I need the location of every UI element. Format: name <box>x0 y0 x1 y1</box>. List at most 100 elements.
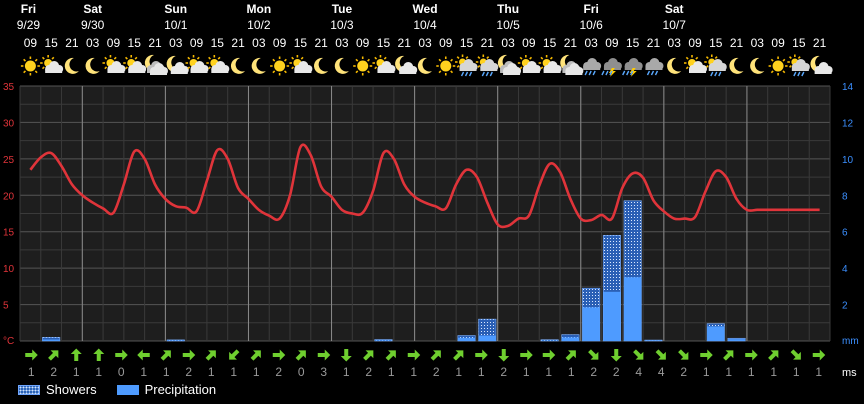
hour-label: 21 <box>398 36 412 50</box>
wind-arrow-icon <box>363 350 374 361</box>
wind-arrow-icon <box>745 349 758 361</box>
hour-label: 21 <box>730 36 744 50</box>
legend-label-precipitation: Precipitation <box>144 382 217 397</box>
hour-label: 03 <box>252 36 266 50</box>
wind-speed-label: 0 <box>298 365 305 379</box>
day-label: Sat <box>83 2 102 16</box>
wind-speed-label: 1 <box>73 365 80 379</box>
wind-arrow-icon <box>633 349 644 360</box>
y-left-tick: 10 <box>3 264 15 275</box>
wind-speed-label: 2 <box>590 365 597 379</box>
precipitation-bar <box>707 326 725 341</box>
wind-arrow-icon <box>25 349 38 361</box>
date-label: 9/30 <box>81 18 105 32</box>
wind-arrow-icon <box>453 350 464 361</box>
wind-arrow-icon <box>317 349 331 361</box>
y-right-tick: 6 <box>842 228 848 239</box>
wind-arrow-icon <box>48 350 59 361</box>
wind-speed-label: 1 <box>523 365 530 379</box>
showers-swatch <box>18 384 40 395</box>
y-left-tick: 20 <box>3 191 15 202</box>
hour-label: 09 <box>688 36 702 50</box>
wind-arrow-icon <box>229 349 240 360</box>
precipitation-bar <box>603 291 621 341</box>
hour-label: 03 <box>86 36 100 50</box>
hour-label: 21 <box>65 36 79 50</box>
wind-arrow-icon <box>385 350 396 361</box>
y-left-tick: 15 <box>3 228 15 239</box>
wind-speed-label: 2 <box>365 365 372 379</box>
y-right-tick: 2 <box>842 301 848 312</box>
wind-arrow-icon <box>430 350 441 361</box>
wind-arrow-icon <box>700 349 713 361</box>
hour-label: 21 <box>314 36 328 50</box>
precipitation-bar <box>644 340 663 341</box>
precipitation-swatch <box>116 384 139 395</box>
date-label: 10/2 <box>247 18 271 32</box>
day-label: Mon <box>247 2 272 16</box>
hour-label: 09 <box>273 36 287 50</box>
partly-cloudy-night-icon <box>395 55 418 74</box>
hour-label: 21 <box>481 36 495 50</box>
moon-icon <box>313 57 329 74</box>
chart-legend: Showers Precipitation <box>18 382 216 397</box>
y-right-tick: 4 <box>842 264 848 275</box>
day-label: Wed <box>412 2 437 16</box>
sun-icon <box>353 56 373 76</box>
hour-label: 03 <box>584 36 598 50</box>
wind-speed-label: 1 <box>793 365 800 379</box>
hour-label: 15 <box>626 36 640 50</box>
wind-speed-label: 2 <box>50 365 57 379</box>
wind-arrow-icon <box>160 350 171 361</box>
day-label: Tue <box>332 2 353 16</box>
sun-icon <box>270 56 290 76</box>
wind-speed-label: 1 <box>770 365 777 379</box>
hour-label: 09 <box>605 36 619 50</box>
date-label: 10/6 <box>579 18 603 32</box>
hour-label: 09 <box>522 36 536 50</box>
partly-cloudy-day-icon <box>185 55 209 73</box>
wind-arrow-icon <box>250 350 261 361</box>
wind-arrow-icon <box>340 349 352 362</box>
date-label: 10/1 <box>164 18 188 32</box>
wind-arrow-icon <box>70 348 82 361</box>
cloudy-night-icon <box>560 54 584 75</box>
legend-label-showers: Showers <box>46 382 97 397</box>
y-left-tick: 35 <box>3 82 15 93</box>
day-label: Fri <box>21 2 36 16</box>
hour-label: 15 <box>543 36 557 50</box>
wind-speed-label: 4 <box>658 365 665 379</box>
wind-arrow-icon <box>610 349 622 362</box>
wind-speed-label: 1 <box>703 365 710 379</box>
wind-arrow-icon <box>790 349 801 360</box>
legend-item-showers: Showers <box>18 382 97 397</box>
wind-arrow-icon <box>723 350 734 361</box>
hour-label: 03 <box>418 36 432 50</box>
moon-icon <box>750 57 765 74</box>
partly-cloudy-night-icon <box>810 55 833 74</box>
wind-speed-label: 2 <box>275 365 282 379</box>
hour-label: 09 <box>107 36 121 50</box>
hour-label: 15 <box>211 36 225 50</box>
day-label: Sun <box>164 2 187 16</box>
y-left-unit: °C <box>3 336 14 347</box>
wind-arrow-icon <box>498 349 510 362</box>
hour-label: 03 <box>335 36 349 50</box>
day-label: Fri <box>583 2 598 16</box>
day-label: Thu <box>497 2 519 16</box>
wind-speed-label: 1 <box>388 365 395 379</box>
wind-speed-label: 1 <box>478 365 485 379</box>
hour-label: 09 <box>356 36 370 50</box>
meteogram-svg: 5101520253035°C2468101214mmFri9/29Sat9/3… <box>3 2 859 379</box>
wind-speed-label: 1 <box>815 365 822 379</box>
y-right-tick: 8 <box>842 191 848 202</box>
date-label: 10/4 <box>413 18 437 32</box>
wind-speed-label: 1 <box>455 365 462 379</box>
cloudy-night-icon <box>497 54 522 75</box>
wind-arrow-icon <box>520 349 533 361</box>
wind-speed-label: 4 <box>635 365 642 379</box>
partly-cloudy-day-icon <box>40 55 64 73</box>
wind-speed-label: 1 <box>28 365 35 379</box>
partly-cloudy-day-icon <box>123 55 147 73</box>
precipitation-bar <box>167 340 185 341</box>
